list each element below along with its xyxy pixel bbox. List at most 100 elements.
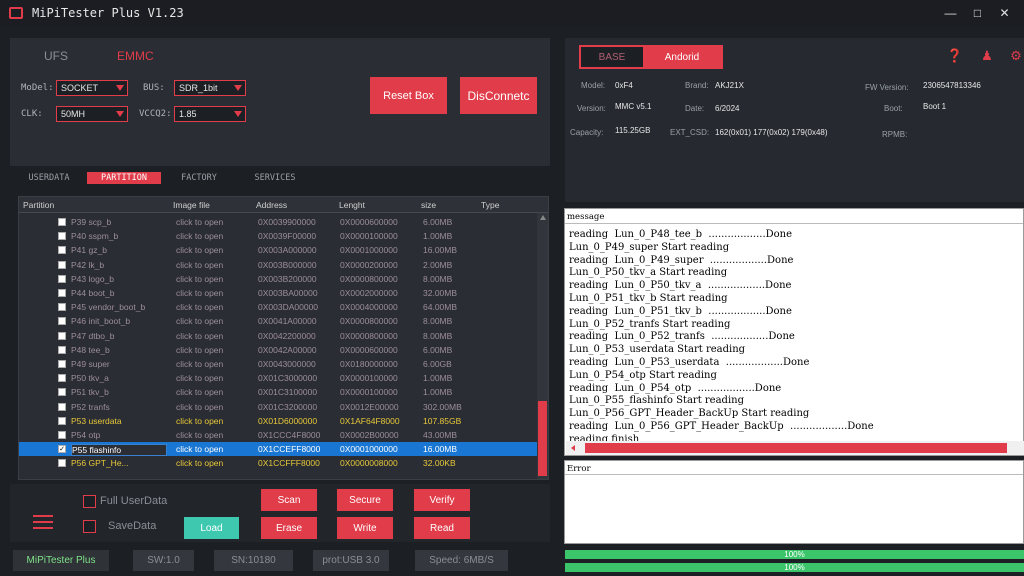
scroll-up-icon[interactable]: [540, 215, 546, 220]
row-checkbox[interactable]: [58, 360, 66, 368]
table-row[interactable]: P42 lk_b click to open 0X003B000000 0X00002…: [19, 258, 537, 272]
image-file-link[interactable]: click to open: [176, 430, 223, 440]
help-icon[interactable]: ❓: [947, 48, 963, 64]
message-log[interactable]: message reading Lun_0_P48_tee_b ........…: [564, 208, 1024, 456]
mode-base[interactable]: BASE: [581, 47, 643, 67]
tab-userdata[interactable]: USERDATA: [18, 172, 80, 184]
full-userdata-checkbox[interactable]: [83, 495, 96, 508]
image-file-link[interactable]: click to open: [176, 444, 223, 454]
image-file-link[interactable]: click to open: [176, 387, 223, 397]
image-file-link[interactable]: click to open: [176, 274, 223, 284]
secure-button[interactable]: Secure: [337, 489, 393, 511]
table-row[interactable]: P48 tee_b click to open 0X0042A00000 0X0000…: [19, 343, 537, 357]
row-checkbox[interactable]: [58, 416, 66, 425]
image-file-link[interactable]: click to open: [176, 288, 223, 298]
scan-button[interactable]: Scan: [261, 489, 317, 511]
table-row[interactable]: P49 super click to open 0X0043000000 0X0180…: [19, 357, 537, 371]
row-checkbox[interactable]: [58, 459, 66, 468]
scroll-thumb[interactable]: [538, 401, 547, 476]
table-row[interactable]: P53 userdata click to open 0X01D6000000 0X1…: [19, 414, 537, 428]
row-checkbox[interactable]: [58, 331, 66, 340]
row-checkbox[interactable]: [58, 274, 66, 283]
table-row[interactable]: P44 boot_b click to open 0X003BA00000 0X000…: [19, 286, 537, 300]
write-button[interactable]: Write: [337, 517, 393, 539]
vccq2-select[interactable]: 1.85: [174, 106, 246, 122]
tab-ufs[interactable]: UFS: [44, 49, 68, 63]
message-scrollbar[interactable]: [566, 441, 1024, 455]
row-checkbox[interactable]: [58, 431, 66, 439]
model-select[interactable]: SOCKET: [56, 80, 128, 96]
row-checkbox[interactable]: [58, 246, 66, 255]
tab-factory[interactable]: FACTORY: [168, 172, 230, 184]
speed: Speed: 6MB/S: [415, 550, 508, 571]
row-checkbox[interactable]: [58, 260, 66, 269]
table-row[interactable]: P52 tranfs click to open 0X01C3200000 0X001…: [19, 400, 537, 414]
tab-partition[interactable]: PARTITION: [87, 172, 161, 184]
bus-select[interactable]: SDR_1bit: [174, 80, 246, 96]
row-checkbox[interactable]: [58, 388, 66, 397]
clk-select[interactable]: 50MH: [56, 106, 128, 122]
close-icon[interactable]: ✕: [991, 4, 1018, 22]
image-file-link[interactable]: click to open: [176, 345, 223, 355]
table-row[interactable]: P40 sspm_b click to open 0X0039F00000 0X000…: [19, 229, 537, 243]
row-checkbox[interactable]: [58, 289, 66, 297]
image-file-link[interactable]: click to open: [176, 331, 223, 341]
gear-icon[interactable]: ⚙: [1008, 48, 1024, 64]
mode-android[interactable]: Andorid: [643, 47, 721, 67]
row-checkbox[interactable]: ✓: [58, 445, 66, 454]
minimize-icon[interactable]: —: [937, 4, 964, 22]
table-row[interactable]: P51 tkv_b click to open 0X01C3100000 0X0000…: [19, 385, 537, 399]
vccq2-label: VCCQ2:: [139, 109, 172, 119]
image-file-link[interactable]: click to open: [176, 260, 223, 270]
image-file-link[interactable]: click to open: [176, 458, 223, 468]
table-row[interactable]: P54 otp click to open 0X1CCC4F8000 0X0002B0…: [19, 428, 537, 442]
load-button[interactable]: Load: [184, 517, 239, 539]
image-file-link[interactable]: click to open: [176, 416, 223, 426]
row-checkbox[interactable]: [58, 345, 66, 354]
row-checkbox[interactable]: [58, 218, 66, 226]
brand-value: AKJ21X: [715, 81, 744, 90]
table-row[interactable]: P43 logo_b click to open 0X003B200000 0X000…: [19, 272, 537, 286]
table-row[interactable]: ✓ P55 flashinfo click to open 0X1CCEFF8000 0…: [19, 442, 537, 457]
menu-icon[interactable]: [33, 515, 53, 533]
maximize-icon[interactable]: □: [964, 4, 991, 22]
read-button[interactable]: Read: [414, 517, 470, 539]
partition-name: P40 sspm_b: [71, 231, 119, 242]
user-icon[interactable]: ♟: [979, 48, 995, 64]
row-checkbox[interactable]: [58, 303, 66, 312]
length-cell: 0X0000600000: [340, 217, 398, 227]
image-file-link[interactable]: click to open: [176, 359, 223, 369]
message-scroll-thumb[interactable]: [585, 443, 1007, 453]
image-file-link[interactable]: click to open: [176, 316, 223, 326]
size-cell: 8.00MB: [423, 316, 453, 327]
table-row[interactable]: P45 vendor_boot_b click to open 0X003DA000…: [19, 300, 537, 314]
savedata-checkbox[interactable]: [83, 520, 96, 533]
table-scrollbar[interactable]: [537, 213, 548, 479]
partition-name: P53 userdata: [71, 415, 122, 426]
erase-button[interactable]: Erase: [261, 517, 317, 539]
row-checkbox[interactable]: [58, 374, 66, 383]
image-file-link[interactable]: click to open: [176, 217, 223, 227]
row-checkbox[interactable]: [58, 402, 66, 411]
table-row[interactable]: P41 gz_b click to open 0X003A000000 0X00010…: [19, 243, 537, 257]
table-row[interactable]: P39 scp_b click to open 0X0039900000 0X0000…: [19, 215, 537, 229]
image-file-link[interactable]: click to open: [176, 302, 223, 312]
tab-emmc[interactable]: EMMC: [117, 49, 154, 63]
image-file-link[interactable]: click to open: [176, 231, 223, 241]
table-row[interactable]: P56 GPT_He... click to open 0X1CCFFF8000 0X…: [19, 456, 537, 470]
table-row[interactable]: P50 tkv_a click to open 0X01C3000000 0X0000…: [19, 371, 537, 385]
scroll-left-icon[interactable]: [571, 445, 575, 451]
table-row[interactable]: P47 dtbo_b click to open 0X0042200000 0X000…: [19, 329, 537, 343]
row-checkbox[interactable]: [58, 317, 66, 326]
verify-button[interactable]: Verify: [414, 489, 470, 511]
disconnect-button[interactable]: DisConnetc: [460, 77, 537, 114]
reset-box-button[interactable]: Reset Box: [370, 77, 447, 114]
image-file-link[interactable]: click to open: [176, 373, 223, 383]
table-row[interactable]: P46 init_boot_b click to open 0X0041A00000…: [19, 314, 537, 328]
tab-services[interactable]: SERVICES: [244, 172, 306, 184]
image-file-link[interactable]: click to open: [176, 402, 223, 412]
image-file-link[interactable]: click to open: [176, 245, 223, 255]
mode-toggle[interactable]: BASE Andorid: [579, 45, 723, 69]
row-checkbox[interactable]: [58, 232, 66, 241]
error-log[interactable]: Error: [564, 460, 1024, 544]
